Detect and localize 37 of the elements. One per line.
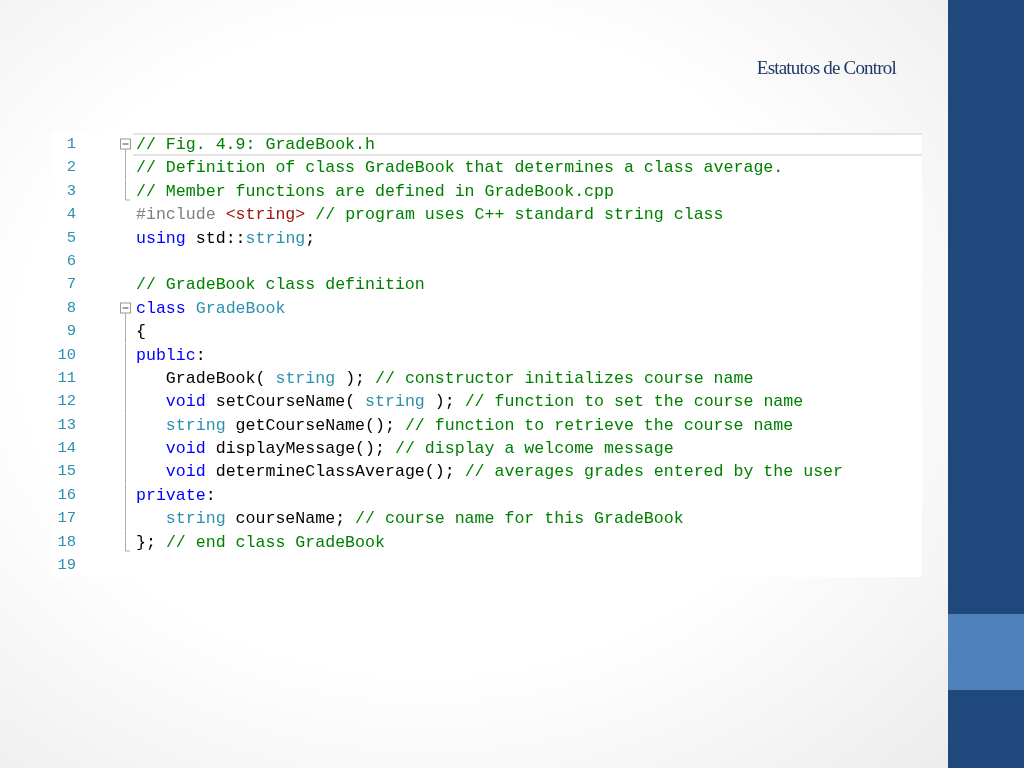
code-line: private:: [135, 484, 217, 507]
line-number: 12: [56, 391, 76, 413]
line-number: 18: [56, 531, 76, 553]
code-line: void setCourseName( string ); // function to set the course name: [164, 391, 805, 414]
line-number: 11: [56, 367, 76, 389]
code-line: class GradeBook: [135, 297, 287, 320]
line-number: 17: [56, 508, 76, 530]
line-number: 16: [56, 484, 76, 506]
line-number: 7: [65, 274, 76, 296]
code-line: // Member functions are defined in GradeBook.cpp: [135, 180, 615, 203]
line-number: 13: [56, 414, 76, 436]
current-code-line: // Fig. 4.9: GradeBook.h: [133, 133, 922, 157]
code-line: public:: [135, 344, 207, 367]
line-number: 19: [56, 555, 76, 577]
line-number: 15: [56, 461, 76, 483]
line-number: 9: [65, 321, 76, 343]
code-line: using std::string;: [135, 227, 317, 250]
line-number: 3: [65, 180, 76, 202]
line-number: 14: [56, 438, 76, 460]
line-number: 5: [65, 227, 76, 249]
slide-title: Estatutos de Control: [756, 56, 898, 80]
code-line: #include <string> // program uses C++ standard string class: [135, 204, 725, 227]
code-line: {: [135, 321, 147, 344]
code-line: // GradeBook class definition: [135, 274, 426, 297]
code-line: string courseName; // course name for this GradeBook: [164, 508, 685, 531]
line-number: 4: [65, 204, 76, 226]
code-line: void determineClassAverage(); // averages grades entered by the user: [164, 461, 845, 484]
line-number: 6: [65, 250, 76, 272]
line-number: 8: [65, 297, 76, 319]
code-line: // Definition of class GradeBook that determines a class average.: [135, 157, 785, 180]
line-number: 2: [65, 157, 76, 179]
code-line: void displayMessage(); // display a welcome message: [164, 438, 675, 461]
line-number: 10: [56, 344, 76, 366]
line-number: 1: [65, 134, 76, 155]
code-line: GradeBook( string ); // constructor initializes course name: [164, 367, 755, 390]
code-line: string getCourseName(); // function to retrieve the course name: [164, 414, 795, 437]
code-line: }; // end class GradeBook: [135, 531, 386, 554]
